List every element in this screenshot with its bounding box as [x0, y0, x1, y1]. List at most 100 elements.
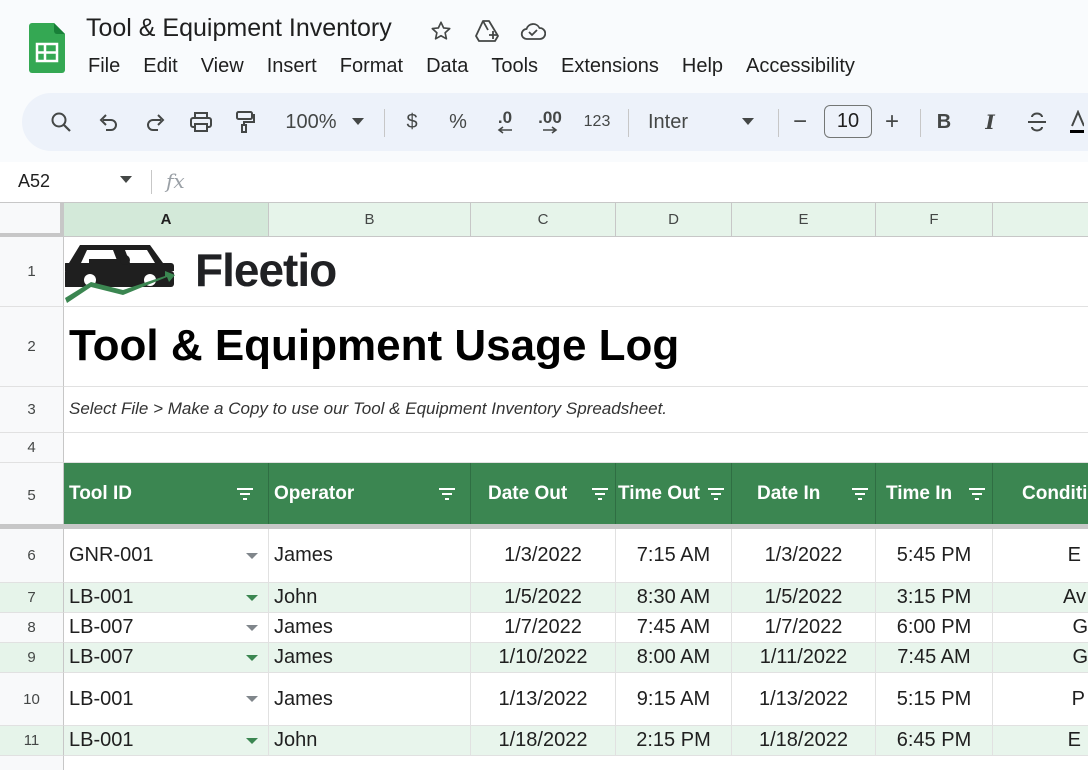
row-header-7[interactable]: 7	[0, 583, 64, 613]
cell-time-in[interactable]: 6:00 PM	[876, 613, 993, 643]
menu-accessibility[interactable]: Accessibility	[746, 52, 855, 80]
cell-tool-id[interactable]: LB-001	[64, 726, 269, 756]
row-header-10[interactable]: 10	[0, 673, 64, 726]
dropdown-arrow-icon[interactable]	[246, 594, 258, 601]
dropdown-arrow-icon[interactable]	[246, 654, 258, 661]
cell-time-out[interactable]: 8:00 AM	[616, 643, 732, 673]
cell-condition[interactable]: G	[993, 643, 1088, 673]
cell-operator[interactable]: John	[269, 583, 471, 613]
currency-format-button[interactable]: $	[400, 93, 424, 151]
cell-date-out[interactable]: 1/13/2022	[471, 673, 616, 726]
move-to-drive-icon[interactable]	[473, 17, 501, 45]
print-icon[interactable]	[186, 93, 216, 151]
more-formats-button[interactable]: 123	[580, 93, 614, 151]
cell-time-in[interactable]: 7:45 AM	[876, 643, 993, 673]
select-all-corner[interactable]	[0, 203, 64, 237]
cloud-saved-icon[interactable]	[519, 17, 547, 45]
document-title[interactable]: Tool & Equipment Inventory	[86, 14, 392, 43]
search-icon[interactable]	[46, 93, 76, 151]
cell-operator[interactable]: James	[269, 529, 471, 583]
row-header-6[interactable]: 6	[0, 529, 64, 583]
decrease-font-size-button[interactable]: −	[788, 93, 812, 151]
cell-date-in[interactable]: 1/11/2022	[732, 643, 876, 673]
cell-time-out[interactable]: 2:15 PM	[616, 726, 732, 756]
cell-tool-id[interactable]: GNR-001	[64, 529, 269, 583]
cell-tool-id[interactable]: LB-007	[64, 643, 269, 673]
row-header-3[interactable]: 3	[0, 387, 64, 433]
chevron-down-icon[interactable]	[120, 176, 132, 184]
cell-time-in[interactable]: 3:15 PM	[876, 583, 993, 613]
cell-condition[interactable]: P	[993, 673, 1088, 726]
cell-tool-id[interactable]: LB-001	[64, 673, 269, 726]
row-header-8[interactable]: 8	[0, 613, 64, 643]
cell-condition[interactable]: E	[993, 726, 1088, 756]
cell-date-in[interactable]: 1/7/2022	[732, 613, 876, 643]
cell-date-out[interactable]: 1/5/2022	[471, 583, 616, 613]
column-header-g[interactable]	[993, 203, 1088, 237]
column-header-e[interactable]: E	[732, 203, 876, 237]
column-header-b[interactable]: B	[269, 203, 471, 237]
cell-row-12[interactable]	[64, 756, 1088, 770]
bold-button[interactable]: B	[932, 93, 956, 151]
column-header-f[interactable]: F	[876, 203, 993, 237]
name-box[interactable]: A52	[18, 171, 50, 192]
increase-decimal-button[interactable]: .00	[532, 93, 568, 151]
header-date-out[interactable]: Date Out	[471, 463, 616, 525]
zoom-select[interactable]: 100%	[278, 93, 344, 151]
cell-date-in[interactable]: 1/18/2022	[732, 726, 876, 756]
strikethrough-icon[interactable]	[1024, 93, 1050, 151]
row-header-2[interactable]: 2	[0, 307, 64, 387]
cell-time-in[interactable]: 5:15 PM	[876, 673, 993, 726]
font-size-input[interactable]: 10	[824, 105, 872, 138]
filter-icon[interactable]	[438, 487, 456, 501]
column-header-a[interactable]: A	[64, 203, 269, 237]
cell-date-out[interactable]: 1/3/2022	[471, 529, 616, 583]
cell-time-out[interactable]: 7:45 AM	[616, 613, 732, 643]
decrease-decimal-button[interactable]: .0	[488, 93, 522, 151]
menu-view[interactable]: View	[201, 52, 244, 80]
menu-format[interactable]: Format	[340, 52, 403, 80]
filter-icon[interactable]	[236, 487, 254, 501]
row-header-4[interactable]: 4	[0, 433, 64, 463]
cell-tool-id[interactable]: LB-007	[64, 613, 269, 643]
undo-icon[interactable]	[94, 93, 124, 151]
cell-condition[interactable]: Av	[993, 583, 1088, 613]
cell-time-out[interactable]: 8:30 AM	[616, 583, 732, 613]
header-time-in[interactable]: Time In	[876, 463, 993, 525]
cell-date-in[interactable]: 1/3/2022	[732, 529, 876, 583]
text-color-icon[interactable]	[1066, 93, 1088, 151]
filter-icon[interactable]	[591, 487, 609, 501]
cell-row-4[interactable]	[64, 433, 1088, 463]
column-header-c[interactable]: C	[471, 203, 616, 237]
cell-operator[interactable]: John	[269, 726, 471, 756]
cell-condition[interactable]: E	[993, 529, 1088, 583]
increase-font-size-button[interactable]: +	[880, 93, 904, 151]
cell-time-in[interactable]: 6:45 PM	[876, 726, 993, 756]
menu-insert[interactable]: Insert	[267, 52, 317, 80]
cell-date-out[interactable]: 1/7/2022	[471, 613, 616, 643]
cell-operator[interactable]: James	[269, 613, 471, 643]
dropdown-arrow-icon[interactable]	[246, 624, 258, 631]
redo-icon[interactable]	[140, 93, 170, 151]
chevron-down-icon[interactable]	[348, 93, 368, 151]
cell-time-out[interactable]: 7:15 AM	[616, 529, 732, 583]
menu-extensions[interactable]: Extensions	[561, 52, 659, 80]
google-sheets-logo-icon[interactable]	[29, 23, 65, 73]
cell-date-out[interactable]: 1/18/2022	[471, 726, 616, 756]
cell-tool-id[interactable]: LB-001	[64, 583, 269, 613]
cell-date-in[interactable]: 1/13/2022	[732, 673, 876, 726]
star-icon[interactable]	[427, 17, 455, 45]
menu-edit[interactable]: Edit	[143, 52, 177, 80]
header-tool-id[interactable]: Tool ID	[64, 463, 269, 525]
filter-icon[interactable]	[851, 487, 869, 501]
menu-help[interactable]: Help	[682, 52, 723, 80]
dropdown-arrow-icon[interactable]	[246, 552, 258, 559]
cell-date-out[interactable]: 1/10/2022	[471, 643, 616, 673]
italic-button[interactable]: I	[978, 93, 1002, 151]
row-header-9[interactable]: 9	[0, 643, 64, 673]
font-select[interactable]: Inter	[648, 93, 748, 151]
header-time-out[interactable]: Time Out	[616, 463, 732, 525]
row-header-11[interactable]: 11	[0, 726, 64, 756]
paint-format-icon[interactable]	[230, 93, 260, 151]
cell-condition[interactable]: G	[993, 613, 1088, 643]
